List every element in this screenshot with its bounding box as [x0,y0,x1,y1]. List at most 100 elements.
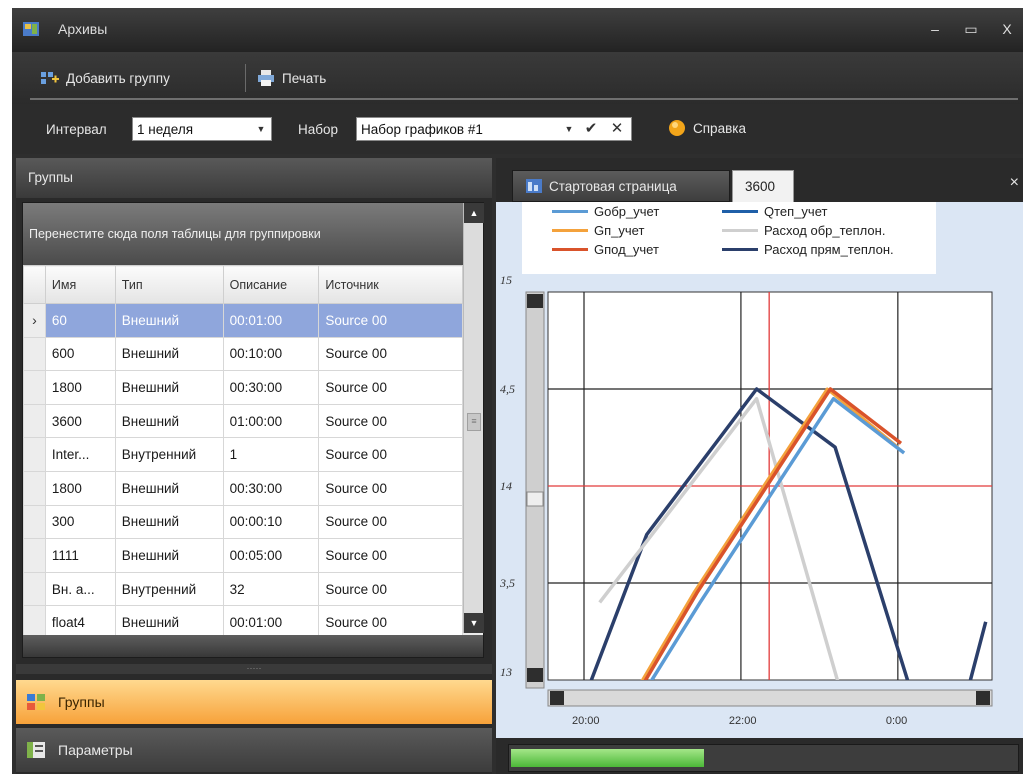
window-title: Архивы [58,21,108,37]
x-tick-label: 0:00 [886,715,907,727]
table-row[interactable]: 3600 Внешний 01:00:00 Source 00 [23,403,463,439]
column-header-type[interactable]: Тип [114,265,224,304]
row-indicator[interactable] [23,538,46,573]
title-bar: Архивы – ▭ X [12,8,1023,52]
parameters-icon [27,742,45,758]
cell-source[interactable]: Source 00 [318,504,463,540]
print-label: Печать [282,70,327,86]
cell-description[interactable]: 00:05:00 [222,538,320,573]
interval-combo[interactable]: 1 неделя ▼ [132,117,272,141]
row-indicator[interactable] [23,403,46,439]
nav-params-label: Параметры [58,742,133,758]
chart-area: Gобр_учет Qтеп_учет Gп_учет Расход обр_тепл… [496,202,1023,738]
cell-description[interactable]: 01:00:00 [222,403,320,439]
maximize-button[interactable]: ▭ [960,19,982,39]
cell-name[interactable]: 1800 [44,470,116,506]
cell-description[interactable]: 00:30:00 [222,470,320,506]
cell-name[interactable]: 1800 [44,370,116,405]
row-indicator[interactable] [23,470,46,506]
panel-splitter[interactable]: ····· [16,664,492,674]
row-indicator-header [23,265,46,304]
cell-description[interactable]: 00:00:10 [222,504,320,540]
table-row[interactable]: › 60 Внешний 00:01:00 Source 00 [23,303,463,338]
chevron-down-icon[interactable]: ▼ [560,119,578,139]
chart-panel: Стартовая страница 3600 × Gобр_учет Qтеп_… [496,158,1023,774]
confirm-check-icon[interactable]: ✔ [582,119,600,139]
column-header-description[interactable]: Описание [222,265,320,304]
tab-start-label: Стартовая страница [549,178,677,194]
chart-scroll-left-icon [550,691,564,705]
cell-type[interactable]: Внутренний [114,571,224,607]
minimize-button[interactable]: – [924,19,946,39]
row-indicator[interactable] [23,437,46,472]
close-tab-icon[interactable]: × [1010,174,1019,192]
cell-description[interactable]: 00:01:00 [222,303,320,338]
row-indicator[interactable]: › [23,303,46,338]
cell-name[interactable]: 60 [44,303,116,338]
table-row[interactable]: 1800 Внешний 00:30:00 Source 00 [23,470,463,506]
set-value: Набор графиков #1 [361,121,483,137]
cell-source[interactable]: Source 00 [318,571,463,607]
cell-type[interactable]: Внешний [114,370,224,405]
print-icon [258,70,274,86]
cell-name[interactable]: 1111 [44,538,116,573]
cell-description[interactable]: 1 [222,437,320,472]
cell-name[interactable]: 300 [44,504,116,540]
cell-type[interactable]: Внешний [114,504,224,540]
add-group-button[interactable]: Добавить группу [40,66,170,90]
table-row[interactable]: 600 Внешний 00:10:00 Source 00 [23,336,463,372]
cell-name[interactable]: Вн. а... [44,571,116,607]
cell-source[interactable]: Source 00 [318,303,463,338]
row-indicator[interactable] [23,504,46,540]
grid-vertical-scrollbar[interactable]: ▲ ≡ ▼ [463,203,484,633]
cell-source[interactable]: Source 00 [318,370,463,405]
table-row[interactable]: Inter... Внутренний 1 Source 00 [23,437,463,472]
groups-grid: Перенестите сюда поля таблицы для группи… [22,202,484,658]
table-row[interactable]: 300 Внешний 00:00:10 Source 00 [23,504,463,540]
cell-type[interactable]: Внешний [114,403,224,439]
cell-type[interactable]: Внутренний [114,437,224,472]
scroll-down-icon[interactable]: ▼ [464,613,484,633]
cell-type[interactable]: Внешний [114,303,224,338]
toolbar: Добавить группу Печать [12,52,1023,104]
cell-description[interactable]: 32 [222,571,320,607]
cell-name[interactable]: 3600 [44,403,116,439]
progress-bar [508,744,1019,772]
close-button[interactable]: X [996,19,1018,39]
row-indicator[interactable] [23,370,46,405]
print-button[interactable]: Печать [256,66,326,90]
clear-x-icon[interactable]: ✕ [608,119,626,139]
cell-source[interactable]: Source 00 [318,538,463,573]
y-tick-label: 3,5 [499,576,515,590]
table-row[interactable]: 1111 Внешний 00:05:00 Source 00 [23,538,463,573]
cell-source[interactable]: Source 00 [318,336,463,372]
cell-description[interactable]: 00:30:00 [222,370,320,405]
tab-start-page[interactable]: Стартовая страница [512,170,730,202]
tab-3600[interactable]: 3600 [732,170,794,202]
scroll-up-icon[interactable]: ▲ [464,203,484,223]
table-row[interactable]: 1800 Внешний 00:30:00 Source 00 [23,370,463,405]
cell-source[interactable]: Source 00 [318,470,463,506]
cell-type[interactable]: Внешний [114,470,224,506]
nav-params-button[interactable]: Параметры [16,728,492,772]
help-button[interactable]: Справка [667,118,746,138]
chevron-down-icon[interactable]: ▼ [254,121,268,137]
cell-source[interactable]: Source 00 [318,403,463,439]
cell-name[interactable]: 600 [44,336,116,372]
table-row[interactable]: Вн. а... Внутренний 32 Source 00 [23,571,463,607]
cell-type[interactable]: Внешний [114,538,224,573]
group-by-area[interactable]: Перенестите сюда поля таблицы для группи… [23,203,463,265]
nav-groups-button[interactable]: Группы [16,680,492,724]
groups-panel: Группы Перенестите сюда поля таблицы для… [16,158,492,774]
cell-source[interactable]: Source 00 [318,437,463,472]
grid-horizontal-scrollbar[interactable] [23,635,483,657]
column-header-name[interactable]: Имя [44,265,116,304]
cell-type[interactable]: Внешний [114,336,224,372]
row-indicator[interactable] [23,336,46,372]
y-tick-label: 13 [500,665,512,679]
cell-name[interactable]: Inter... [44,437,116,472]
row-indicator[interactable] [23,571,46,607]
column-header-source[interactable]: Источник [318,265,463,304]
cell-description[interactable]: 00:10:00 [222,336,320,372]
scroll-thumb[interactable]: ≡ [467,413,481,431]
